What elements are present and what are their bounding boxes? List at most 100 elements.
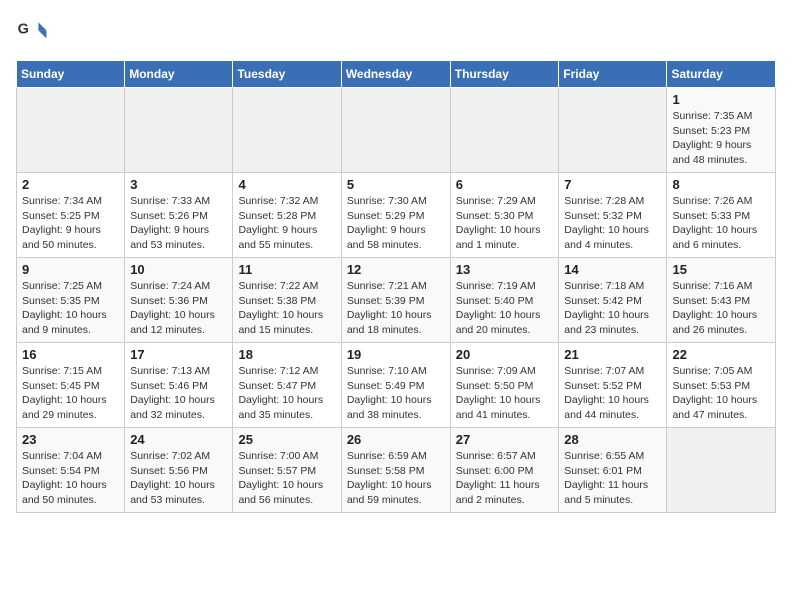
- day-info: Sunrise: 7:19 AM Sunset: 5:40 PM Dayligh…: [456, 279, 554, 338]
- calendar-week-row: 1 Sunrise: 7:35 AM Sunset: 5:23 PM Daylig…: [17, 88, 776, 173]
- day-number: 3: [130, 177, 227, 192]
- day-number: 27: [456, 432, 554, 447]
- day-number: 24: [130, 432, 227, 447]
- day-info: Sunrise: 6:57 AM Sunset: 6:00 PM Dayligh…: [456, 449, 554, 508]
- day-info: Sunrise: 7:15 AM Sunset: 5:45 PM Dayligh…: [22, 364, 119, 423]
- day-info: Sunrise: 7:28 AM Sunset: 5:32 PM Dayligh…: [564, 194, 661, 253]
- calendar-header-saturday: Saturday: [667, 61, 776, 88]
- calendar-cell: 12 Sunrise: 7:21 AM Sunset: 5:39 PM Dayli…: [341, 258, 450, 343]
- day-info: Sunrise: 7:12 AM Sunset: 5:47 PM Dayligh…: [238, 364, 335, 423]
- calendar-cell: 15 Sunrise: 7:16 AM Sunset: 5:43 PM Dayli…: [667, 258, 776, 343]
- day-number: 21: [564, 347, 661, 362]
- day-number: 10: [130, 262, 227, 277]
- day-number: 1: [672, 92, 770, 107]
- day-info: Sunrise: 7:34 AM Sunset: 5:25 PM Dayligh…: [22, 194, 119, 253]
- calendar-cell: 27 Sunrise: 6:57 AM Sunset: 6:00 PM Dayli…: [450, 428, 559, 513]
- calendar-cell: 28 Sunrise: 6:55 AM Sunset: 6:01 PM Dayli…: [559, 428, 667, 513]
- calendar-header-wednesday: Wednesday: [341, 61, 450, 88]
- calendar-header-friday: Friday: [559, 61, 667, 88]
- day-info: Sunrise: 6:55 AM Sunset: 6:01 PM Dayligh…: [564, 449, 661, 508]
- day-number: 25: [238, 432, 335, 447]
- day-number: 20: [456, 347, 554, 362]
- calendar-cell: 4 Sunrise: 7:32 AM Sunset: 5:28 PM Daylig…: [233, 173, 341, 258]
- page-header: G: [16, 16, 776, 48]
- calendar-cell: 24 Sunrise: 7:02 AM Sunset: 5:56 PM Dayli…: [125, 428, 233, 513]
- day-info: Sunrise: 7:13 AM Sunset: 5:46 PM Dayligh…: [130, 364, 227, 423]
- day-number: 28: [564, 432, 661, 447]
- day-number: 11: [238, 262, 335, 277]
- calendar-cell: 1 Sunrise: 7:35 AM Sunset: 5:23 PM Daylig…: [667, 88, 776, 173]
- day-info: Sunrise: 7:29 AM Sunset: 5:30 PM Dayligh…: [456, 194, 554, 253]
- day-number: 16: [22, 347, 119, 362]
- day-info: Sunrise: 7:35 AM Sunset: 5:23 PM Dayligh…: [672, 109, 770, 168]
- day-info: Sunrise: 7:04 AM Sunset: 5:54 PM Dayligh…: [22, 449, 119, 508]
- calendar-cell: 26Sunrise: 6:59 AM Sunset: 5:58 PM Dayli…: [341, 428, 450, 513]
- day-number: 8: [672, 177, 770, 192]
- day-info: Sunrise: 7:24 AM Sunset: 5:36 PM Dayligh…: [130, 279, 227, 338]
- day-info: Sunrise: 7:33 AM Sunset: 5:26 PM Dayligh…: [130, 194, 227, 253]
- calendar-cell: 3 Sunrise: 7:33 AM Sunset: 5:26 PM Daylig…: [125, 173, 233, 258]
- calendar-cell: [559, 88, 667, 173]
- calendar-cell: 13 Sunrise: 7:19 AM Sunset: 5:40 PM Dayli…: [450, 258, 559, 343]
- day-info: Sunrise: 7:16 AM Sunset: 5:43 PM Dayligh…: [672, 279, 770, 338]
- calendar-cell: 22 Sunrise: 7:05 AM Sunset: 5:53 PM Dayli…: [667, 343, 776, 428]
- calendar-cell: 9 Sunrise: 7:25 AM Sunset: 5:35 PM Daylig…: [17, 258, 125, 343]
- calendar-cell: [17, 88, 125, 173]
- day-info: Sunrise: 7:25 AM Sunset: 5:35 PM Dayligh…: [22, 279, 119, 338]
- day-number: 13: [456, 262, 554, 277]
- day-info: Sunrise: 7:30 AM Sunset: 5:29 PM Dayligh…: [347, 194, 445, 253]
- calendar-cell: 19Sunrise: 7:10 AM Sunset: 5:49 PM Dayli…: [341, 343, 450, 428]
- calendar-cell: 5 Sunrise: 7:30 AM Sunset: 5:29 PM Daylig…: [341, 173, 450, 258]
- day-number: 9: [22, 262, 119, 277]
- day-info: Sunrise: 7:02 AM Sunset: 5:56 PM Dayligh…: [130, 449, 227, 508]
- calendar-table: SundayMondayTuesdayWednesdayThursdayFrid…: [16, 60, 776, 513]
- day-number: 19: [347, 347, 445, 362]
- day-info: Sunrise: 7:09 AM Sunset: 5:50 PM Dayligh…: [456, 364, 554, 423]
- calendar-cell: 7 Sunrise: 7:28 AM Sunset: 5:32 PM Daylig…: [559, 173, 667, 258]
- day-number: 17: [130, 347, 227, 362]
- calendar-cell: 8 Sunrise: 7:26 AM Sunset: 5:33 PM Daylig…: [667, 173, 776, 258]
- day-info: Sunrise: 7:07 AM Sunset: 5:52 PM Dayligh…: [564, 364, 661, 423]
- calendar-week-row: 16 Sunrise: 7:15 AM Sunset: 5:45 PM Dayli…: [17, 343, 776, 428]
- calendar-cell: 25Sunrise: 7:00 AM Sunset: 5:57 PM Dayli…: [233, 428, 341, 513]
- svg-text:G: G: [18, 22, 29, 38]
- day-number: 12: [347, 262, 445, 277]
- day-number: 18: [238, 347, 335, 362]
- calendar-cell: 11 Sunrise: 7:22 AM Sunset: 5:38 PM Dayli…: [233, 258, 341, 343]
- day-info: Sunrise: 7:26 AM Sunset: 5:33 PM Dayligh…: [672, 194, 770, 253]
- calendar-cell: 10 Sunrise: 7:24 AM Sunset: 5:36 PM Dayli…: [125, 258, 233, 343]
- calendar-cell: 23 Sunrise: 7:04 AM Sunset: 5:54 PM Dayli…: [17, 428, 125, 513]
- day-info: Sunrise: 7:18 AM Sunset: 5:42 PM Dayligh…: [564, 279, 661, 338]
- day-number: 22: [672, 347, 770, 362]
- calendar-header-monday: Monday: [125, 61, 233, 88]
- calendar-header-sunday: Sunday: [17, 61, 125, 88]
- calendar-cell: [125, 88, 233, 173]
- calendar-header-tuesday: Tuesday: [233, 61, 341, 88]
- calendar-week-row: 23 Sunrise: 7:04 AM Sunset: 5:54 PM Dayli…: [17, 428, 776, 513]
- logo-icon: G: [16, 16, 48, 48]
- day-number: 2: [22, 177, 119, 192]
- day-number: 26: [347, 432, 445, 447]
- day-info: Sunrise: 7:22 AM Sunset: 5:38 PM Dayligh…: [238, 279, 335, 338]
- calendar-cell: 16 Sunrise: 7:15 AM Sunset: 5:45 PM Dayli…: [17, 343, 125, 428]
- day-number: 15: [672, 262, 770, 277]
- day-info: Sunrise: 7:32 AM Sunset: 5:28 PM Dayligh…: [238, 194, 335, 253]
- calendar-cell: 18 Sunrise: 7:12 AM Sunset: 5:47 PM Dayli…: [233, 343, 341, 428]
- day-number: 4: [238, 177, 335, 192]
- calendar-header-thursday: Thursday: [450, 61, 559, 88]
- day-info: Sunrise: 7:05 AM Sunset: 5:53 PM Dayligh…: [672, 364, 770, 423]
- calendar-cell: 17 Sunrise: 7:13 AM Sunset: 5:46 PM Dayli…: [125, 343, 233, 428]
- day-number: 6: [456, 177, 554, 192]
- day-number: 23: [22, 432, 119, 447]
- logo: G: [16, 16, 50, 48]
- day-number: 7: [564, 177, 661, 192]
- calendar-cell: 14 Sunrise: 7:18 AM Sunset: 5:42 PM Dayli…: [559, 258, 667, 343]
- day-info: Sunrise: 7:21 AM Sunset: 5:39 PM Dayligh…: [347, 279, 445, 338]
- calendar-cell: [667, 428, 776, 513]
- calendar-cell: [233, 88, 341, 173]
- day-number: 14: [564, 262, 661, 277]
- calendar-week-row: 2 Sunrise: 7:34 AM Sunset: 5:25 PM Daylig…: [17, 173, 776, 258]
- day-number: 5: [347, 177, 445, 192]
- calendar-cell: [450, 88, 559, 173]
- calendar-cell: [341, 88, 450, 173]
